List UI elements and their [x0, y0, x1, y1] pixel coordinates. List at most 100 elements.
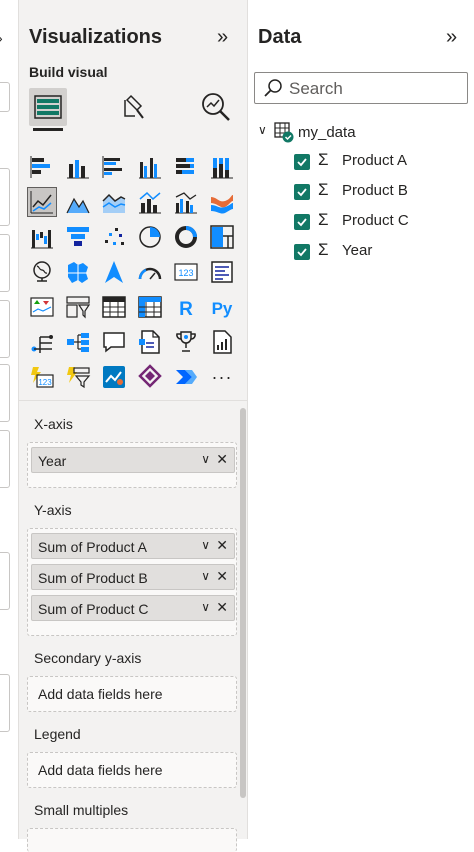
power-automate-icon[interactable]	[171, 362, 201, 392]
arcgis-map-icon-graphic	[103, 366, 125, 388]
small-multiples-well[interactable]	[27, 828, 237, 852]
scrollbar[interactable]	[240, 408, 246, 798]
field-chip[interactable]: Sum of Product A ∨ ✕	[31, 533, 235, 559]
stacked-bar-chart-icon[interactable]	[27, 152, 57, 182]
paginated-report-icon[interactable]	[207, 327, 237, 357]
build-visual-tab[interactable]	[29, 88, 67, 126]
field-chip-label: Year	[38, 453, 67, 469]
collapse-data-icon[interactable]: »	[446, 26, 457, 49]
y-axis-well[interactable]: Sum of Product A ∨ ✕ Sum of Product B ∨ …	[27, 528, 237, 636]
treemap-icon[interactable]	[207, 222, 237, 252]
gauge-icon[interactable]	[135, 257, 165, 287]
line-and-clustered-column-chart-icon[interactable]	[171, 187, 201, 217]
sigma-icon: Σ	[318, 240, 329, 259]
scatter-chart-icon[interactable]	[99, 222, 129, 252]
chevron-down-icon[interactable]: ∨	[201, 600, 210, 614]
power-apps-icon[interactable]	[135, 362, 165, 392]
clustered-bar-chart-icon[interactable]	[99, 152, 129, 182]
stacked-area-chart-icon[interactable]	[99, 187, 129, 217]
field-chip-label: Sum of Product B	[38, 570, 148, 586]
field-item[interactable]: Σ Product C	[294, 210, 464, 234]
pie-chart-icon[interactable]	[135, 222, 165, 252]
100-stacked-bar-chart-icon[interactable]	[171, 152, 201, 182]
multi-row-card-icon[interactable]	[207, 257, 237, 287]
field-item[interactable]: Σ Product A	[294, 150, 464, 174]
filter-card[interactable]	[0, 674, 10, 732]
waterfall-chart-icon[interactable]	[27, 222, 57, 252]
format-visual-tab[interactable]	[115, 88, 153, 126]
kpi-icon[interactable]	[27, 292, 57, 322]
more-visuals-icon[interactable]: ···	[207, 362, 237, 392]
python-visual-icon[interactable]: Py	[207, 292, 237, 322]
remove-field-icon[interactable]: ✕	[216, 568, 228, 585]
card-new-icon[interactable]: 123	[27, 362, 57, 392]
area-chart-icon-graphic	[66, 197, 90, 214]
map-icon[interactable]	[27, 257, 57, 287]
smart-narrative-icon[interactable]	[135, 327, 165, 357]
x-axis-well[interactable]: Year ∨ ✕	[27, 442, 237, 488]
filter-card[interactable]	[0, 430, 10, 488]
search-input[interactable]: Search	[254, 72, 468, 104]
100-stacked-column-chart-icon-graphic	[211, 158, 233, 179]
filter-card[interactable]	[0, 552, 10, 610]
100-stacked-bar-chart-icon-graphic	[176, 158, 194, 174]
qa-icon[interactable]	[99, 327, 129, 357]
filter-card[interactable]	[0, 300, 10, 358]
field-name: Product C	[342, 212, 409, 229]
azure-map-icon[interactable]	[99, 257, 129, 287]
secondary-y-axis-well[interactable]: Add data fields here	[27, 676, 237, 712]
checkbox-checked[interactable]	[294, 154, 310, 170]
donut-chart-icon[interactable]	[171, 222, 201, 252]
field-chip[interactable]: Sum of Product B ∨ ✕	[31, 564, 235, 590]
area-chart-icon[interactable]	[63, 187, 93, 217]
field-item[interactable]: Σ Year	[294, 240, 464, 264]
stacked-column-chart-icon[interactable]	[63, 152, 93, 182]
remove-field-icon[interactable]: ✕	[216, 537, 228, 554]
field-item[interactable]: Σ Product B	[294, 180, 464, 204]
field-chip-label: Sum of Product C	[38, 601, 149, 617]
100-stacked-column-chart-icon[interactable]	[207, 152, 237, 182]
checkbox-checked[interactable]	[294, 214, 310, 230]
analytics-tab[interactable]	[197, 88, 235, 126]
checkbox-checked[interactable]	[294, 244, 310, 260]
card-icon-graphic: 123	[174, 263, 198, 281]
remove-field-icon[interactable]: ✕	[216, 599, 228, 616]
chevron-down-icon[interactable]: ∨	[201, 538, 210, 552]
filter-card[interactable]	[0, 364, 10, 422]
matrix-icon-graphic	[138, 296, 162, 318]
chevron-icon[interactable]: ›	[0, 30, 3, 46]
chevron-down-icon[interactable]: ∨	[201, 452, 210, 466]
matrix-icon[interactable]	[135, 292, 165, 322]
metrics-icon[interactable]	[171, 327, 201, 357]
chevron-down-icon[interactable]: ∨	[201, 569, 210, 583]
decomposition-tree-icon[interactable]	[63, 327, 93, 357]
table-node-my-data[interactable]: ∨ my_data	[256, 122, 466, 144]
table-icon[interactable]	[99, 292, 129, 322]
x-axis-label: X-axis	[34, 416, 73, 432]
field-chip[interactable]: Year ∨ ✕	[31, 447, 235, 473]
line-and-stacked-column-chart-icon[interactable]	[135, 187, 165, 217]
slicer-new-icon[interactable]	[63, 362, 93, 392]
collapse-visualizations-icon[interactable]: »	[217, 26, 228, 49]
card-icon[interactable]: 123	[171, 257, 201, 287]
line-chart-icon[interactable]	[27, 187, 57, 217]
funnel-chart-icon[interactable]	[63, 222, 93, 252]
filter-card[interactable]	[0, 82, 10, 112]
slicer-icon[interactable]	[63, 292, 93, 322]
r-visual-icon[interactable]: R	[171, 292, 201, 322]
filter-card[interactable]	[0, 168, 10, 226]
filled-map-icon[interactable]	[63, 257, 93, 287]
clustered-column-chart-icon[interactable]	[135, 152, 165, 182]
line-and-clustered-column-chart-icon-graphic	[175, 192, 197, 214]
field-chip[interactable]: Sum of Product C ∨ ✕	[31, 595, 235, 621]
filter-card[interactable]	[0, 234, 10, 292]
checkbox-checked[interactable]	[294, 184, 310, 200]
key-influencers-icon[interactable]	[27, 327, 57, 357]
remove-field-icon[interactable]: ✕	[216, 451, 228, 468]
ribbon-chart-icon[interactable]	[207, 187, 237, 217]
slicer-icon-graphic	[66, 296, 91, 319]
decomposition-tree-icon-graphic	[67, 333, 89, 352]
legend-well[interactable]: Add data fields here	[27, 752, 237, 788]
chevron-down-icon[interactable]: ∨	[258, 123, 267, 137]
arcgis-map-icon[interactable]	[99, 362, 129, 392]
